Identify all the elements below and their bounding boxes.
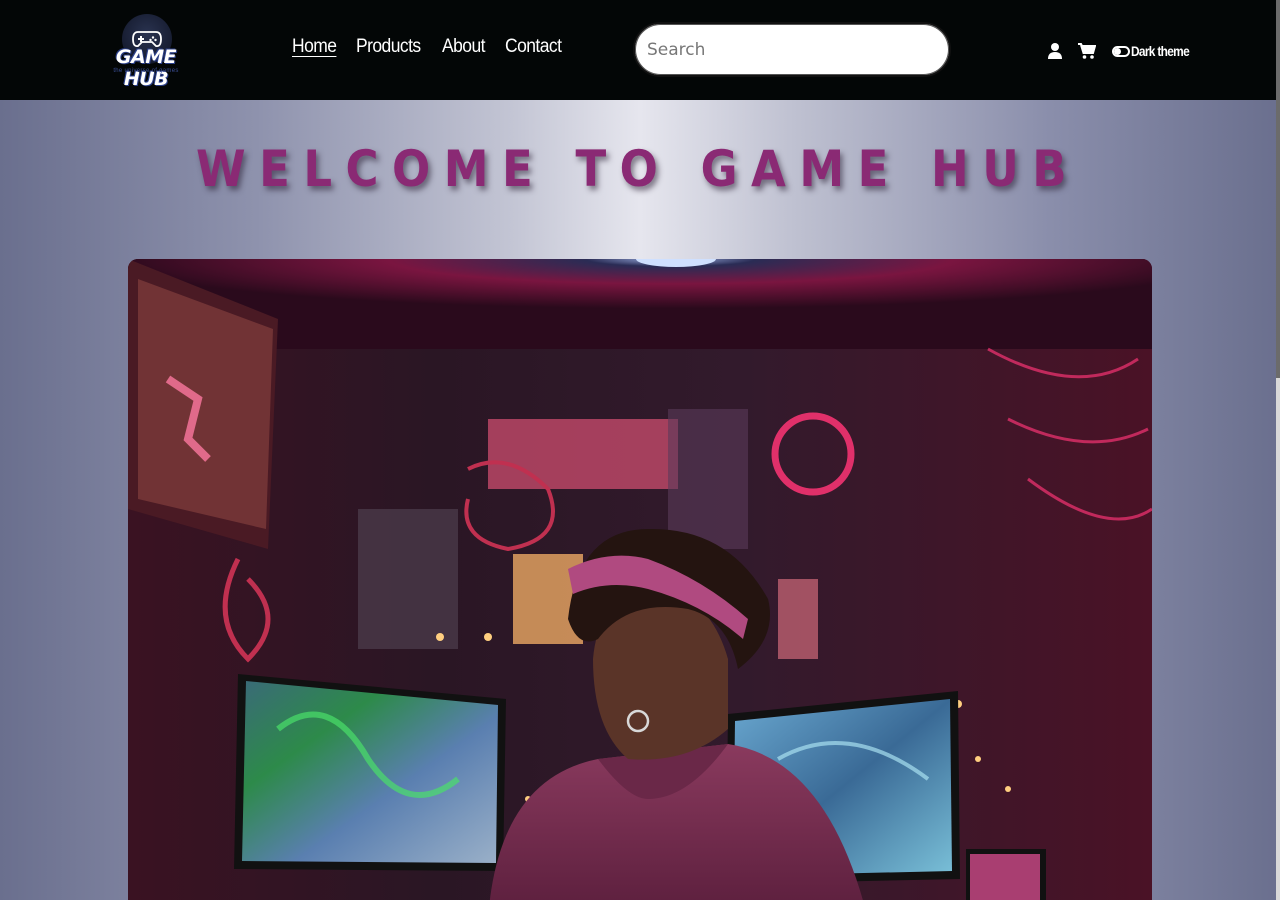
cart-icon[interactable] [1078, 42, 1096, 60]
gamer-room-illustration [128, 259, 1152, 900]
logo-tagline: the universe of games [113, 68, 179, 74]
hero-title: WELCOME TO GAME HUB [195, 140, 1081, 198]
page-scrollbar[interactable] [1276, 0, 1280, 900]
nav-link-contact[interactable]: Contact [505, 36, 562, 58]
nav-link-about[interactable]: About [442, 36, 485, 58]
theme-toggle[interactable]: Dark theme [1112, 43, 1199, 59]
navbar: GAME HUB the universe of games Home Prod… [0, 0, 1276, 100]
nav-link-products[interactable]: Products [356, 36, 421, 58]
scrollbar-thumb[interactable] [1276, 0, 1280, 378]
toggle-switch-icon [1112, 45, 1130, 57]
nav-actions: Dark theme [1046, 40, 1199, 62]
hero-image [128, 259, 1152, 900]
search-box [633, 22, 951, 77]
logo[interactable]: GAME HUB the universe of games [96, 14, 196, 90]
theme-toggle-label: Dark theme [1131, 43, 1190, 59]
user-icon[interactable] [1046, 42, 1064, 60]
main-nav: Home Products About Contact [292, 36, 566, 58]
search-input[interactable] [635, 24, 949, 75]
nav-link-home[interactable]: Home [292, 36, 337, 58]
